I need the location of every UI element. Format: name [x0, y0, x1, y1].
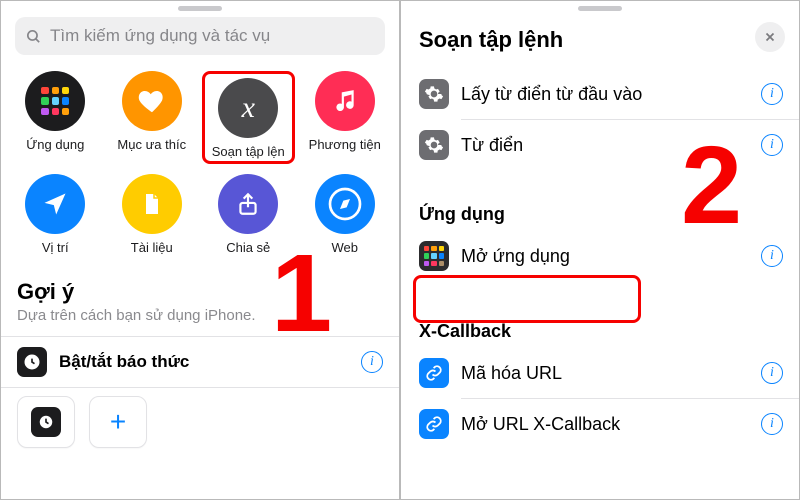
info-icon[interactable]: i [761, 245, 783, 267]
category-apps[interactable]: Ứng dụng [9, 71, 102, 164]
action-title: Mã hóa URL [461, 363, 749, 384]
category-label: Vị trí [42, 240, 69, 255]
category-label: Web [332, 240, 359, 255]
action-open-app[interactable]: Mở ứng dụng i [401, 231, 799, 281]
gear-icon [419, 130, 449, 160]
info-icon[interactable]: i [361, 351, 383, 373]
suggestions-subtitle: Dựa trên cách bạn sử dụng iPhone. [1, 307, 399, 336]
action-title: Từ điển [461, 135, 749, 156]
category-scripting[interactable]: x Soạn tập lện [202, 71, 295, 164]
clock-tile[interactable] [17, 396, 75, 448]
category-label: Ứng dụng [26, 137, 84, 152]
apps-icon [25, 71, 85, 131]
action-title: Mở ứng dụng [461, 246, 749, 267]
gear-icon [419, 79, 449, 109]
suggestion-title: Bật/tắt báo thức [59, 352, 349, 372]
sheet-title: Soạn tập lệnh [419, 21, 745, 53]
open-app-icon [419, 241, 449, 271]
category-favorites[interactable]: Mục ưa thíc [106, 71, 199, 164]
music-note-icon [315, 71, 375, 131]
category-label: Mục ưa thíc [117, 137, 186, 152]
category-web[interactable]: Web [299, 174, 392, 255]
script-icon: x [218, 78, 278, 138]
panel-step-2: Soạn tập lệnh Lấy từ điển từ đầu vào i T… [400, 0, 800, 500]
search-placeholder: Tìm kiếm ứng dụng và tác vụ [50, 26, 270, 46]
action-get-dictionary-from-input[interactable]: Lấy từ điển từ đầu vào i [401, 69, 799, 119]
sheet-header: Soạn tập lệnh [401, 17, 799, 61]
add-tile[interactable]: + [89, 396, 147, 448]
category-media[interactable]: Phương tiện [299, 71, 392, 164]
compass-icon [315, 174, 375, 234]
category-share[interactable]: Chia sẻ [202, 174, 295, 255]
panel-step-1: Tìm kiếm ứng dụng và tác vụ Ứng dụng Mục… [0, 0, 400, 500]
info-icon[interactable]: i [761, 134, 783, 156]
annotation-highlight-open-app [413, 275, 641, 323]
category-label: Chia sẻ [226, 240, 270, 255]
search-icon [25, 28, 42, 45]
location-arrow-icon [25, 174, 85, 234]
action-open-xcallback-url[interactable]: Mở URL X-Callback i [401, 399, 799, 449]
category-documents[interactable]: Tài liệu [106, 174, 199, 255]
category-label: Tài liệu [131, 240, 173, 255]
search-field[interactable]: Tìm kiếm ứng dụng và tác vụ [15, 17, 385, 55]
plus-icon: + [110, 406, 126, 438]
action-dictionary[interactable]: Từ điển i [401, 120, 799, 170]
info-icon[interactable]: i [761, 413, 783, 435]
category-grid: Ứng dụng Mục ưa thíc x Soạn tập lện Phươ… [1, 69, 399, 269]
clock-app-icon [31, 407, 61, 437]
close-icon [764, 31, 776, 43]
category-location[interactable]: Vị trí [9, 174, 102, 255]
info-icon[interactable]: i [761, 83, 783, 105]
suggestion-tiles: + [1, 387, 399, 462]
document-icon [122, 174, 182, 234]
action-title: Lấy từ điển từ đầu vào [461, 84, 749, 105]
action-title: Mở URL X-Callback [461, 414, 749, 435]
heart-icon [122, 71, 182, 131]
sheet-grabber[interactable] [178, 6, 222, 11]
link-icon [419, 409, 449, 439]
clock-app-icon [17, 347, 47, 377]
category-label: Phương tiện [309, 137, 381, 152]
info-icon[interactable]: i [761, 362, 783, 384]
suggestion-row-alarm[interactable]: Bật/tắt báo thức i [1, 336, 399, 387]
section-apps-label: Ứng dụng [401, 188, 799, 231]
share-icon [218, 174, 278, 234]
link-icon [419, 358, 449, 388]
action-url-encode[interactable]: Mã hóa URL i [401, 348, 799, 398]
close-button[interactable] [755, 22, 785, 52]
sheet-grabber[interactable] [578, 6, 622, 11]
category-label: Soạn tập lện [212, 144, 285, 159]
suggestions-heading: Gợi ý [1, 269, 399, 307]
